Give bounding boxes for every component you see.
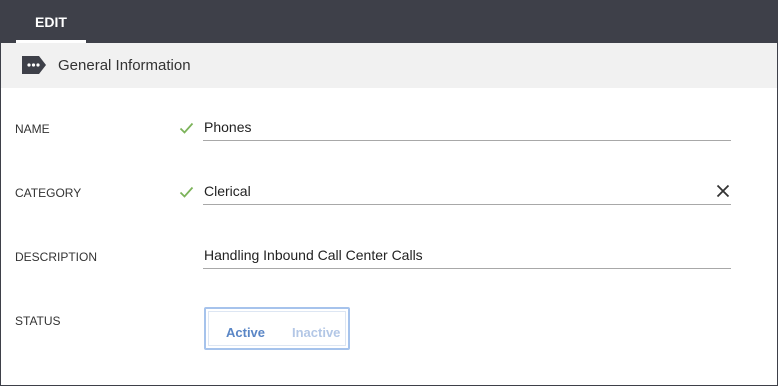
- section-title: General Information: [58, 57, 191, 74]
- category-label: CATEGORY: [15, 186, 82, 200]
- section-header: General Information: [1, 43, 777, 88]
- close-icon[interactable]: [715, 183, 731, 199]
- status-toggle-inner: Active Inactive: [208, 311, 346, 346]
- status-label: STATUS: [15, 314, 61, 328]
- status-option-inactive[interactable]: Inactive: [292, 325, 340, 340]
- check-icon: [179, 186, 194, 198]
- category-value: Clerical: [204, 183, 251, 199]
- tab-edit[interactable]: EDIT: [16, 1, 86, 43]
- check-icon: [179, 122, 194, 134]
- status-toggle: Active Inactive: [204, 307, 350, 350]
- description-value: Handling Inbound Call Center Calls: [204, 247, 423, 263]
- edit-panel: EDIT General Information NAME Phones CAT…: [0, 0, 778, 386]
- name-field[interactable]: Phones: [203, 117, 731, 141]
- name-label: NAME: [15, 122, 50, 136]
- name-value: Phones: [204, 119, 252, 135]
- top-tab-bar: EDIT: [1, 1, 777, 43]
- category-field[interactable]: Clerical: [203, 181, 731, 205]
- description-label: DESCRIPTION: [15, 250, 98, 264]
- tag-icon: [22, 56, 46, 74]
- description-field[interactable]: Handling Inbound Call Center Calls: [203, 245, 731, 269]
- status-option-active[interactable]: Active: [226, 325, 265, 340]
